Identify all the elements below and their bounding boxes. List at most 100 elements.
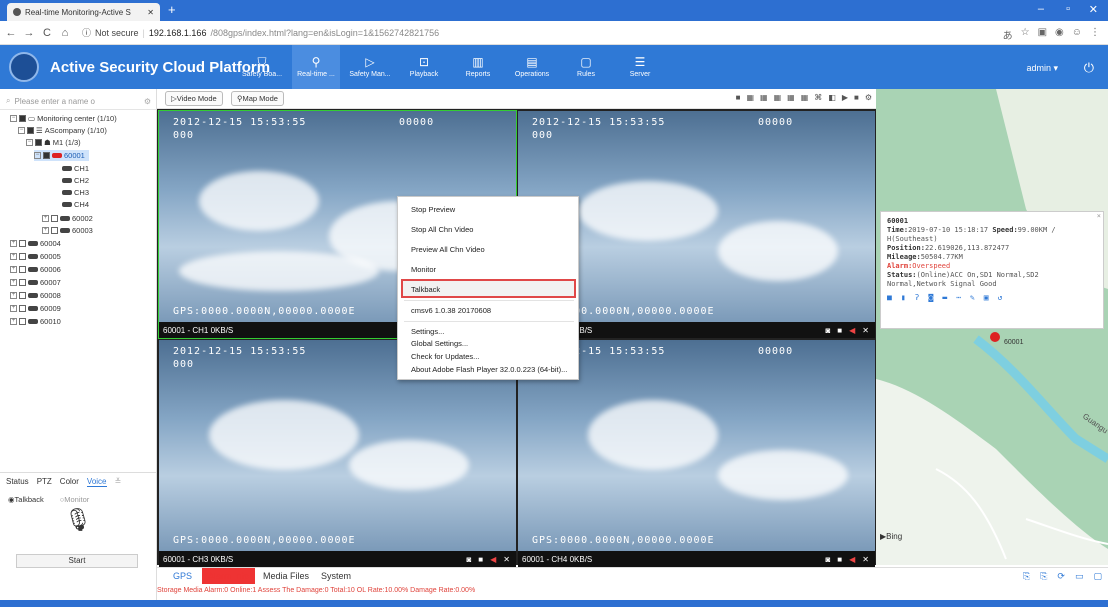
menu-preview-all-chn-video[interactable]: Preview All Chn Video: [411, 245, 485, 254]
panel-icon[interactable]: ▢: [1093, 571, 1102, 582]
tree-channel[interactable]: CH3: [62, 187, 89, 198]
stop-icon[interactable]: ■: [854, 93, 859, 102]
tree-vehicle[interactable]: +60002: [42, 213, 93, 224]
radio-talkback[interactable]: ◉Talkback: [8, 495, 44, 504]
close-window-icon[interactable]: ✕: [1089, 3, 1098, 16]
video-icon[interactable]: ■: [887, 293, 892, 302]
track-icon[interactable]: ʔ: [915, 293, 920, 302]
speaker-icon[interactable]: ◀: [490, 555, 496, 564]
tab-color[interactable]: Color: [60, 477, 79, 486]
radio-monitor[interactable]: ○Monitor: [60, 495, 90, 504]
snapshot-icon[interactable]: ◙: [466, 555, 471, 564]
menu-monitor[interactable]: Monitor: [411, 265, 436, 274]
layout-1-icon[interactable]: ■: [736, 93, 741, 102]
camera-icon[interactable]: ◙: [928, 293, 933, 302]
settings-gear-icon[interactable]: ⚙: [865, 93, 872, 102]
forward-icon[interactable]: →: [22, 27, 36, 39]
double-chevron-down-icon[interactable]: ≚: [115, 477, 122, 486]
menu-stop-all-chn-video[interactable]: Stop All Chn Video: [411, 225, 473, 234]
minimize-icon[interactable]: –: [1038, 3, 1044, 15]
nav-safety-management[interactable]: ▷ Safety Man...: [346, 45, 394, 89]
tab-status[interactable]: Status: [6, 477, 29, 486]
layout-custom-icon[interactable]: ⌘: [814, 93, 822, 102]
bookmark-star-icon[interactable]: ☆: [1021, 27, 1030, 42]
tree-channel[interactable]: CH1: [62, 163, 89, 174]
snapshot-icon[interactable]: ◙: [825, 326, 830, 335]
report-icon[interactable]: ▣: [984, 293, 989, 302]
play-icon[interactable]: ▶: [842, 93, 848, 102]
tree-vehicle[interactable]: +60009: [10, 303, 61, 314]
tree-channel[interactable]: CH2: [62, 175, 89, 186]
maximize-icon[interactable]: ▫: [1066, 3, 1070, 15]
video-mode-button[interactable]: ▷Video Mode: [165, 91, 223, 106]
url-field[interactable]: ⓘ Not secure | 192.168.1.166/808gps/inde…: [82, 26, 439, 39]
extension-icon[interactable]: ▣: [1038, 27, 1047, 42]
nav-server[interactable]: ☰ Server: [616, 45, 664, 89]
tree-company[interactable]: − ☰ AScompany (1/10): [18, 125, 107, 136]
translate-icon[interactable]: あ: [1003, 27, 1013, 42]
pin-icon[interactable]: ✎: [970, 293, 975, 302]
search-box[interactable]: ⌕ Please enter a name o ⚙: [6, 94, 151, 108]
profile-icon[interactable]: ☺: [1072, 27, 1082, 42]
layout-8-icon[interactable]: ▦: [774, 93, 782, 102]
tab-ptz[interactable]: PTZ: [37, 477, 52, 486]
new-tab-button[interactable]: +: [168, 2, 176, 17]
refresh-icon[interactable]: ⟳: [1057, 571, 1065, 582]
layout-4-icon[interactable]: ▦: [746, 93, 754, 102]
tab-alarm[interactable]: Alarm Info: [202, 568, 256, 584]
layout-9-icon[interactable]: ▦: [787, 93, 795, 102]
close-icon[interactable]: ✕: [503, 555, 510, 564]
tab-gps[interactable]: GPS: [173, 571, 192, 581]
search-input[interactable]: Please enter a name o: [14, 97, 95, 106]
close-icon[interactable]: ✕: [862, 555, 869, 564]
tab-system[interactable]: System: [321, 571, 351, 581]
tree-vehicle[interactable]: +60003: [42, 225, 93, 236]
tree-vehicle[interactable]: +60006: [10, 264, 61, 275]
snapshot-icon[interactable]: ◙: [825, 555, 830, 564]
speaker-icon[interactable]: ◀: [849, 555, 855, 564]
close-tab-icon[interactable]: ✕: [147, 8, 154, 17]
close-icon[interactable]: ✕: [862, 326, 869, 335]
window-icon[interactable]: ▭: [1075, 571, 1084, 582]
nav-real-time[interactable]: ⚲ Real-time ...: [292, 45, 340, 89]
tree-vehicle[interactable]: +60008: [10, 290, 61, 301]
browser-tab[interactable]: Real-time Monitoring-Active S ✕: [7, 3, 160, 21]
nav-operations[interactable]: ▤ Operations: [508, 45, 556, 89]
menu-settings[interactable]: Settings...: [411, 327, 444, 336]
tree-vehicle-60001[interactable]: −60001: [34, 150, 89, 161]
layout-16-icon[interactable]: ▦: [801, 93, 809, 102]
history-icon[interactable]: ↺: [998, 293, 1003, 302]
record-icon[interactable]: ■: [478, 555, 483, 564]
menu-talkback[interactable]: Talkback: [411, 285, 440, 294]
home-icon[interactable]: ⌂: [58, 27, 72, 39]
menu-global-settings[interactable]: Global Settings...: [411, 339, 468, 348]
settings-icon[interactable]: ⚙: [144, 97, 151, 106]
tab-media-files[interactable]: Media Files: [263, 571, 309, 581]
close-popup-icon[interactable]: ×: [1097, 212, 1101, 221]
phone-icon[interactable]: ▮: [901, 293, 906, 302]
start-button[interactable]: Start: [16, 554, 138, 568]
message-icon[interactable]: ▬: [942, 293, 947, 302]
tree-vehicle[interactable]: +60004: [10, 238, 61, 249]
map-mode-button[interactable]: ⚲Map Mode: [231, 91, 284, 106]
tab-voice[interactable]: Voice: [86, 477, 107, 487]
record-icon[interactable]: ■: [837, 326, 842, 335]
sound-icon[interactable]: ◧: [828, 93, 836, 102]
export-icon[interactable]: ⎘: [1023, 571, 1030, 582]
nav-reports[interactable]: ▥ Reports: [454, 45, 502, 89]
menu-check-updates[interactable]: Check for Updates...: [411, 352, 479, 361]
extension-icon[interactable]: ◉: [1055, 27, 1064, 42]
speaker-icon[interactable]: ◀: [849, 326, 855, 335]
vehicle-marker-icon[interactable]: [990, 332, 1000, 342]
menu-kebab-icon[interactable]: ⋮: [1090, 27, 1100, 42]
tree-monitoring-center[interactable]: − ▭ Monitoring center (1/10): [10, 113, 117, 124]
menu-stop-preview[interactable]: Stop Preview: [411, 205, 455, 214]
logout-icon[interactable]: ⏻: [1084, 60, 1094, 76]
tree-channel[interactable]: CH4: [62, 199, 89, 210]
reload-icon[interactable]: C: [40, 27, 54, 39]
export-all-icon[interactable]: ⎘: [1040, 571, 1047, 582]
nav-rules[interactable]: ▢ Rules: [562, 45, 610, 89]
layout-6-icon[interactable]: ▦: [760, 93, 768, 102]
tree-group-m1[interactable]: − ☗ M1 (1/3): [26, 137, 81, 148]
tree-vehicle[interactable]: +60005: [10, 251, 61, 262]
